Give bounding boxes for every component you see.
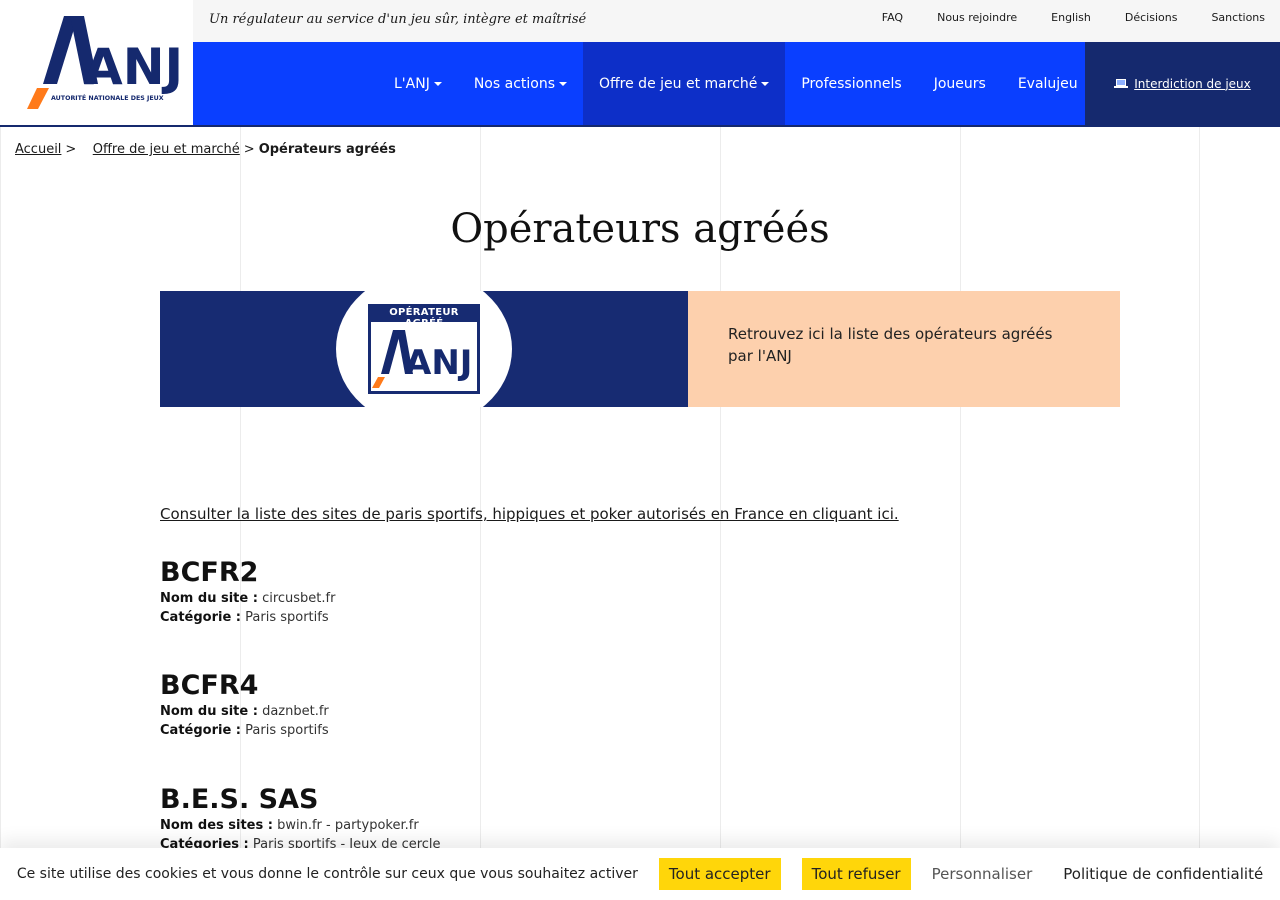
operator-site-row: Nom du site : daznbet.fr xyxy=(160,702,329,721)
english-link[interactable]: English xyxy=(1051,11,1091,24)
nav-item-professionnels[interactable]: Professionnels xyxy=(785,42,917,125)
caret-down-icon xyxy=(559,81,567,86)
caret-down-icon xyxy=(761,81,770,86)
header-divider xyxy=(0,125,1280,127)
sanctions-link[interactable]: Sanctions xyxy=(1211,11,1265,24)
nav-item-anj[interactable]: L'ANJ xyxy=(378,42,458,125)
operator-site-row: Nom des sites : bwin.fr - partypoker.fr xyxy=(160,816,441,835)
operator-agree-badge: OPÉRATEUR AGRÉÉ ANJ xyxy=(366,302,482,396)
site-value: circusbet.fr xyxy=(262,591,336,606)
nav-item-nos-actions[interactable]: Nos actions xyxy=(458,42,583,125)
operator-site-row: Nom du site : circusbet.fr xyxy=(160,589,335,608)
utility-links: FAQ Nous rejoindre English Décisions San… xyxy=(848,11,1265,24)
site-label: Nom du site : xyxy=(160,591,258,606)
laptop-icon xyxy=(1114,78,1129,89)
nav-item-offre-de-jeu[interactable]: Offre de jeu et marché xyxy=(583,42,786,125)
operator-entry: BCFR2 Nom du site : circusbet.fr Catégor… xyxy=(160,557,335,627)
operator-name: BCFR2 xyxy=(160,557,259,588)
category-value: Paris sportifs xyxy=(245,610,329,625)
category-label: Catégorie : xyxy=(160,723,241,738)
breadcrumb: Accueil > Offre de jeu et marché > Opérateu… xyxy=(15,142,396,157)
anj-logo: ANJ AUTORITÉ NATIONALE DES JEUX xyxy=(27,16,183,109)
accept-all-button[interactable]: Tout accepter xyxy=(658,858,781,890)
operator-entry: BCFR4 Nom du site : daznbet.fr Catégorie… xyxy=(160,670,329,740)
nav-label: Offre de jeu et marché xyxy=(599,75,758,92)
nav-label: Nos actions xyxy=(473,75,555,92)
tagline: Un régulateur au service d'un jeu sûr, i… xyxy=(209,12,587,27)
site-label: Nom des sites : xyxy=(160,818,273,833)
caret-down-icon xyxy=(433,81,442,86)
breadcrumb-current: Opérateurs agréés xyxy=(258,142,396,157)
breadcrumb-separator: > xyxy=(65,142,77,157)
logo-subtitle: AUTORITÉ NATIONALE DES JEUX xyxy=(51,93,164,102)
intro-panel: Retrouvez ici la liste des opérateurs ag… xyxy=(688,291,1120,407)
breadcrumb-home-link[interactable]: Accueil xyxy=(15,142,61,157)
logo-text: ANJ xyxy=(84,38,183,96)
cookie-text: Ce site utilise des cookies et vous donn… xyxy=(16,866,638,882)
nav-item-joueurs[interactable]: Joueurs xyxy=(918,42,1002,125)
badge-logo-text: ANJ xyxy=(405,343,472,383)
utility-bar: Un régulateur au service d'un jeu sûr, i… xyxy=(193,0,1280,42)
nav-label: L'ANJ xyxy=(394,75,430,92)
nav-label: Evalujeu xyxy=(1017,75,1078,92)
nav-label: Joueurs xyxy=(933,75,986,92)
operator-badge-banner: OPÉRATEUR AGRÉÉ ANJ xyxy=(160,291,688,407)
operator-category-row: Catégorie : Paris sportifs xyxy=(160,608,335,627)
site-value: bwin.fr - partypoker.fr xyxy=(277,818,419,833)
cookie-banner: Ce site utilise des cookies et vous donn… xyxy=(0,848,1280,900)
operator-name: B.E.S. SAS xyxy=(160,784,319,815)
nous-rejoindre-link[interactable]: Nous rejoindre xyxy=(937,11,1017,24)
intro-text: Retrouvez ici la liste des opérateurs ag… xyxy=(728,325,1053,365)
site-label: Nom du site : xyxy=(160,704,258,719)
breadcrumb-parent-link[interactable]: Offre de jeu et marché xyxy=(93,142,240,157)
interdiction-de-jeux-button[interactable]: Interdiction de jeux xyxy=(1085,42,1280,125)
operator-entry: B.E.S. SAS Nom des sites : bwin.fr - par… xyxy=(160,784,441,854)
category-label: Catégorie : xyxy=(160,610,241,625)
main-navigation: L'ANJ Nos actions Offre de jeu et marché… xyxy=(193,42,1280,125)
nav-item-evalujeu[interactable]: Evalujeu xyxy=(1002,42,1094,125)
category-value: Paris sportifs xyxy=(245,723,329,738)
badge-logo: ANJ xyxy=(371,322,477,391)
operator-category-row: Catégorie : Paris sportifs xyxy=(160,721,329,740)
logo[interactable]: ANJ AUTORITÉ NATIONALE DES JEUX xyxy=(0,0,193,125)
interdiction-label: Interdiction de jeux xyxy=(1134,76,1251,91)
consult-list-link[interactable]: Consulter la liste des sites de paris sp… xyxy=(160,505,899,523)
nav-label: Professionnels xyxy=(801,75,902,92)
operator-name: BCFR4 xyxy=(160,670,259,701)
customize-button[interactable]: Personnaliser xyxy=(932,865,1033,883)
site-value: daznbet.fr xyxy=(262,704,329,719)
breadcrumb-separator: > xyxy=(243,142,255,157)
privacy-policy-link[interactable]: Politique de confidentialité xyxy=(1063,865,1263,883)
decisions-link[interactable]: Décisions xyxy=(1125,11,1178,24)
page-title: Opérateurs agréés xyxy=(450,206,830,252)
faq-link[interactable]: FAQ xyxy=(882,11,903,24)
refuse-all-button[interactable]: Tout refuser xyxy=(801,858,911,890)
